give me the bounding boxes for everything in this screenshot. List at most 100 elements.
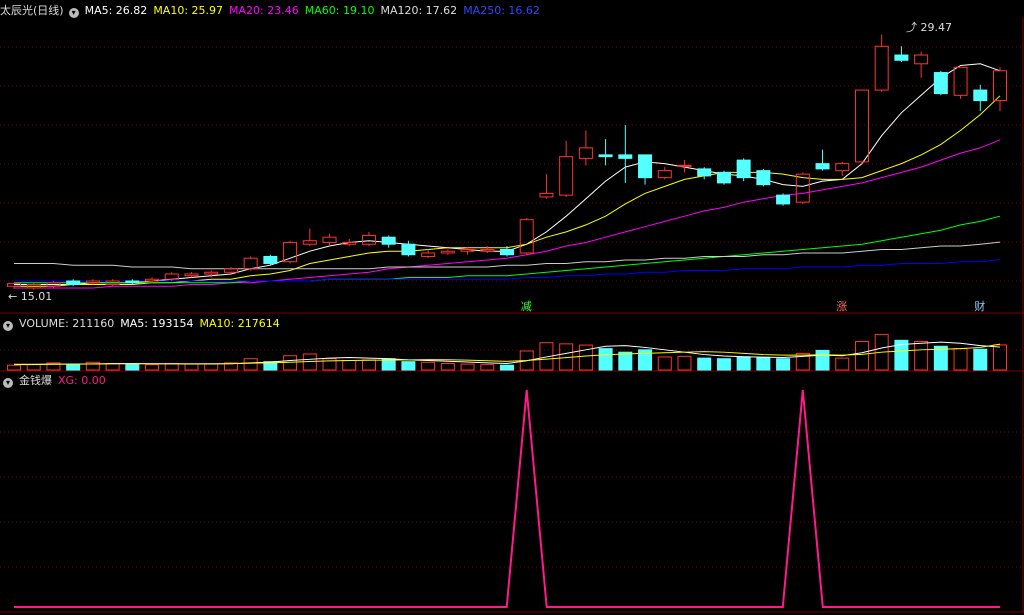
candle-up [578, 147, 593, 159]
volume-bar [618, 351, 633, 371]
volume-bar [854, 341, 869, 371]
candle-up [914, 54, 929, 65]
volume-bar [342, 360, 357, 371]
volume-bar [7, 364, 21, 371]
volume-bar [480, 364, 495, 371]
candle-down [697, 168, 712, 177]
candle-up [440, 250, 455, 254]
candle-up [421, 252, 436, 257]
candle-down [381, 236, 396, 245]
candle-down [598, 154, 613, 158]
volume-bar [184, 363, 199, 371]
chevron-down-icon[interactable]: ▾ [3, 321, 13, 331]
volume-bar [993, 344, 1007, 371]
volume-bar [697, 357, 712, 371]
volume-bar [914, 341, 929, 371]
ma60-value: MA60: 19.10 [304, 4, 375, 17]
volume-bar [204, 363, 219, 371]
volume-ma10: MA10: 217614 [199, 317, 280, 330]
candle-down [66, 280, 81, 285]
kline-chart[interactable] [0, 0, 1024, 615]
volume-bar [657, 356, 672, 371]
volume-bar [500, 364, 514, 371]
indicator-header: ▾ 金钱爆 XG: 0.00 [0, 373, 112, 389]
chevron-down-icon[interactable]: ▾ [3, 378, 13, 388]
candle-down [973, 89, 988, 102]
candle-up [184, 273, 199, 277]
volume-bar [421, 361, 436, 371]
candle-down [401, 243, 416, 256]
volume-bar [66, 363, 81, 371]
candle-down [618, 154, 633, 159]
xg-line [14, 389, 1000, 608]
volume-header: ▾ VOLUME: 211160 MA5: 193154 MA10: 217614 [0, 316, 286, 332]
candle-down [500, 248, 514, 256]
volume-bar [243, 358, 258, 371]
volume-bar [973, 348, 988, 371]
candle-down [263, 255, 278, 264]
candle-up [539, 192, 554, 198]
volume-bar [164, 362, 179, 371]
low-price-label: ← 15.01 [8, 290, 53, 303]
candle-up [85, 280, 100, 284]
candle-up [854, 89, 869, 163]
ma120-value: MA120: 17.62 [380, 4, 458, 17]
ma5-value: MA5: 26.82 [84, 4, 148, 17]
volume-bar [677, 355, 692, 371]
chevron-down-icon[interactable]: ▾ [68, 8, 79, 18]
volume-bar [125, 363, 140, 371]
ma-line-ma10 [14, 95, 1001, 287]
candle-down [894, 54, 909, 61]
ma10-value: MA10: 25.97 [153, 4, 224, 17]
candle-up [559, 156, 574, 196]
volume-bar [953, 348, 968, 371]
ma250-value: MA250: 16.62 [463, 4, 540, 17]
ma-line-ma250 [14, 259, 1001, 282]
price-header: 太辰光(日线) ▾ MA5: 26.82 MA10: 25.97 MA20: 23.46… [0, 3, 546, 19]
event-marker[interactable]: 减 [521, 300, 532, 313]
candle-down [638, 154, 653, 179]
event-marker[interactable]: 涨 [836, 300, 847, 313]
volume-bar [361, 359, 376, 371]
indicator-name: 金钱爆 [19, 374, 52, 387]
candle-up [223, 268, 238, 273]
candle-down [933, 72, 948, 95]
volume-bar [440, 362, 455, 371]
ma20-value: MA20: 23.46 [229, 4, 299, 17]
volume-bar [716, 358, 731, 371]
volume-bar [105, 362, 120, 371]
volume-bar [598, 348, 613, 371]
candle-up [283, 241, 298, 263]
high-price-label: ⤴ 29.47 [906, 21, 952, 34]
volume-bar [736, 356, 751, 371]
candle-up [953, 66, 968, 96]
event-marker[interactable]: 财 [974, 300, 985, 313]
candle-down [716, 171, 731, 184]
volume-bar [776, 358, 791, 371]
candle-up [243, 257, 258, 270]
candle-up [361, 234, 376, 245]
volume-bar [26, 364, 41, 371]
candle-up [677, 164, 692, 167]
xg-value: XG: 0.00 [58, 374, 106, 387]
volume-bar [835, 357, 850, 371]
candle-up [204, 271, 219, 275]
volume-value: VOLUME: 211160 [19, 317, 115, 330]
candle-down [776, 194, 791, 205]
volume-bar [756, 357, 771, 371]
volume-bar [401, 361, 416, 371]
stock-title: 太辰光(日线) [0, 4, 64, 17]
candle-up [835, 163, 850, 172]
candle-down [736, 159, 751, 179]
volume-bar [145, 364, 160, 371]
volume-ma5: MA5: 193154 [120, 317, 194, 330]
volume-bar [460, 363, 475, 371]
candle-up [519, 219, 534, 254]
candle-up [657, 170, 672, 179]
candle-up [302, 240, 317, 245]
candle-down [125, 280, 140, 284]
candle-up [874, 45, 889, 91]
candle-down [815, 163, 830, 170]
candle-down [756, 170, 771, 186]
volume-bar [815, 349, 830, 371]
